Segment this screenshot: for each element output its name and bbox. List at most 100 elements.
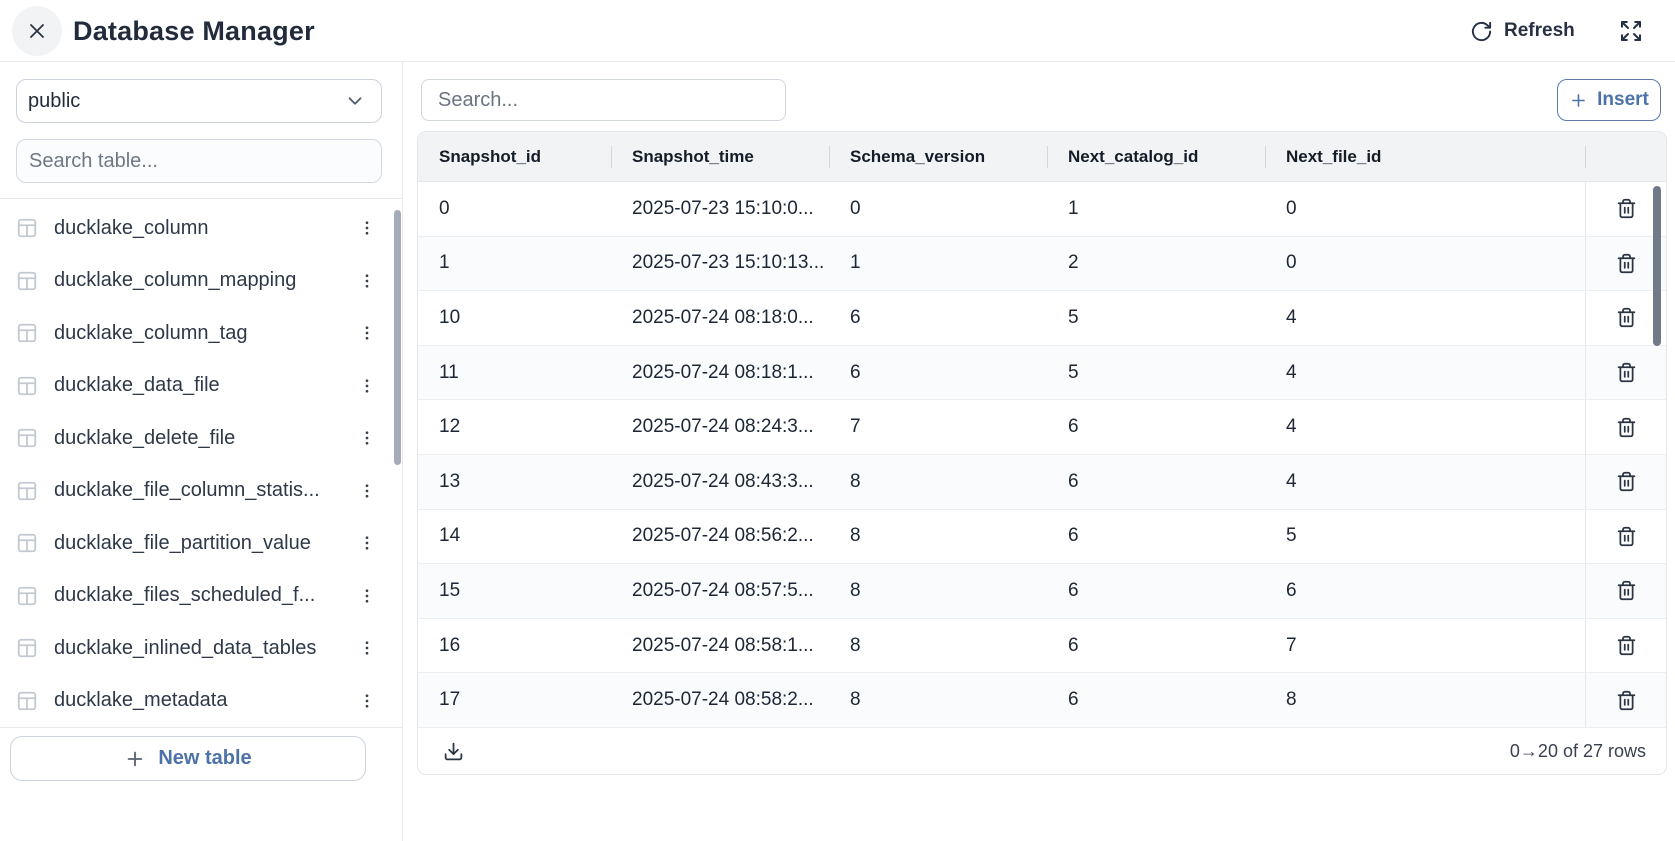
- close-button[interactable]: [12, 6, 62, 56]
- sidebar-table-item[interactable]: ducklake_data_file: [0, 360, 392, 413]
- table-row: 16 2025-07-24 08:58:1... 8 6 7: [418, 619, 1666, 674]
- sidebar-table-item[interactable]: ducklake_inlined_data_tables: [0, 622, 392, 675]
- download-button[interactable]: [440, 738, 467, 765]
- cell-snapshot-time: 2025-07-24 08:43:3...: [611, 455, 829, 509]
- column-header-schema-version[interactable]: Schema_version: [829, 132, 1047, 181]
- table-row: 1 2025-07-23 15:10:13... 1 2 0: [418, 237, 1666, 292]
- schema-selector[interactable]: public: [16, 79, 382, 123]
- sidebar-table-item[interactable]: ducklake_metadata: [0, 675, 392, 728]
- kebab-menu-icon: [358, 639, 376, 657]
- sidebar-table-name: ducklake_file_column_statis...: [54, 479, 352, 502]
- kebab-menu-icon: [358, 482, 376, 500]
- table-row: 0 2025-07-23 15:10:0... 0 1 0: [418, 182, 1666, 237]
- table-options-button[interactable]: [352, 320, 382, 346]
- trash-icon: [1616, 635, 1637, 656]
- cell-snapshot-time: 2025-07-24 08:58:2...: [611, 673, 829, 727]
- sidebar-table-name: ducklake_inlined_data_tables: [54, 637, 352, 660]
- column-header-snapshot-time[interactable]: Snapshot_time: [611, 132, 829, 181]
- topbar: Database Manager Refresh: [0, 0, 1675, 62]
- cell-actions: [1585, 346, 1666, 400]
- delete-row-button[interactable]: [1611, 466, 1642, 497]
- search-input[interactable]: [421, 79, 786, 121]
- table-icon: [16, 375, 38, 397]
- cell-next-file-id: 8: [1265, 673, 1585, 727]
- cell-schema-version: 6: [829, 291, 1047, 345]
- sidebar-table-item[interactable]: ducklake_column: [0, 202, 392, 255]
- table-icon: [16, 427, 38, 449]
- cell-actions: [1585, 510, 1666, 564]
- sidebar-table-item[interactable]: ducklake_column_tag: [0, 307, 392, 360]
- plus-icon: [124, 748, 146, 770]
- sidebar-divider: [0, 198, 403, 199]
- cell-schema-version: 1: [829, 237, 1047, 291]
- cell-next-file-id: 4: [1265, 400, 1585, 454]
- cell-snapshot-id: 11: [418, 346, 611, 400]
- table-search-input[interactable]: [16, 139, 382, 183]
- plus-icon: [1569, 91, 1588, 110]
- delete-row-button[interactable]: [1611, 575, 1642, 606]
- sidebar-table-item[interactable]: ducklake_file_column_statis...: [0, 465, 392, 518]
- table-options-button[interactable]: [352, 268, 382, 294]
- cell-next-catalog-id: 6: [1047, 400, 1265, 454]
- table-options-button[interactable]: [352, 635, 382, 661]
- sidebar-table-item[interactable]: ducklake_delete_file: [0, 412, 392, 465]
- kebab-menu-icon: [358, 272, 376, 290]
- sidebar-table-name: ducklake_metadata: [54, 689, 352, 712]
- sidebar-table-item[interactable]: ducklake_file_partition_value: [0, 517, 392, 570]
- delete-row-button[interactable]: [1611, 357, 1642, 388]
- cell-snapshot-time: 2025-07-24 08:24:3...: [611, 400, 829, 454]
- sidebar-table-name: ducklake_column_mapping: [54, 269, 352, 292]
- kebab-menu-icon: [358, 534, 376, 552]
- column-header-next-catalog-id[interactable]: Next_catalog_id: [1047, 132, 1265, 181]
- table-options-button[interactable]: [352, 688, 382, 714]
- table-scrollbar[interactable]: [1653, 186, 1661, 346]
- table-icon: [16, 322, 38, 344]
- delete-row-button[interactable]: [1611, 412, 1642, 443]
- table-options-button[interactable]: [352, 425, 382, 451]
- table-options-button[interactable]: [352, 530, 382, 556]
- delete-row-button[interactable]: [1611, 521, 1642, 552]
- cell-next-file-id: 0: [1265, 237, 1585, 291]
- table-row: 11 2025-07-24 08:18:1... 6 5 4: [418, 346, 1666, 401]
- fullscreen-button[interactable]: [1612, 12, 1650, 50]
- delete-row-button[interactable]: [1611, 302, 1642, 333]
- table-list: ducklake_column ducklake_column_mapping …: [0, 202, 392, 728]
- insert-button[interactable]: Insert: [1557, 79, 1661, 121]
- sidebar-table-item[interactable]: ducklake_column_mapping: [0, 255, 392, 308]
- cell-schema-version: 8: [829, 619, 1047, 673]
- trash-icon: [1616, 526, 1637, 547]
- new-table-button[interactable]: New table: [10, 736, 366, 781]
- sidebar-table-item[interactable]: ducklake_files_scheduled_f...: [0, 570, 392, 623]
- delete-row-button[interactable]: [1611, 685, 1642, 716]
- cell-next-file-id: 4: [1265, 455, 1585, 509]
- cell-snapshot-id: 14: [418, 510, 611, 564]
- sidebar: public ducklake_column ducklake_column_m…: [0, 62, 403, 841]
- delete-row-button[interactable]: [1611, 248, 1642, 279]
- table-options-button[interactable]: [352, 583, 382, 609]
- close-icon: [25, 19, 49, 43]
- kebab-menu-icon: [358, 587, 376, 605]
- sidebar-scrollbar[interactable]: [394, 210, 401, 465]
- table-body: 0 2025-07-23 15:10:0... 0 1 0 1 2025-07-…: [418, 182, 1666, 728]
- cell-next-file-id: 4: [1265, 346, 1585, 400]
- trash-icon: [1616, 417, 1637, 438]
- kebab-menu-icon: [358, 219, 376, 237]
- pagination-status: 0→20 of 27 rows: [1510, 741, 1646, 762]
- sidebar-divider: [0, 727, 403, 728]
- table-options-button[interactable]: [352, 478, 382, 504]
- table-icon: [16, 270, 38, 292]
- refresh-button[interactable]: Refresh: [1470, 8, 1575, 54]
- insert-label: Insert: [1597, 89, 1649, 111]
- column-header-snapshot-id[interactable]: Snapshot_id: [418, 132, 611, 181]
- chevron-down-icon: [344, 90, 366, 112]
- delete-row-button[interactable]: [1611, 193, 1642, 224]
- table-options-button[interactable]: [352, 373, 382, 399]
- cell-snapshot-id: 15: [418, 564, 611, 618]
- fullscreen-icon: [1619, 19, 1643, 43]
- delete-row-button[interactable]: [1611, 630, 1642, 661]
- cell-next-file-id: 7: [1265, 619, 1585, 673]
- table-options-button[interactable]: [352, 215, 382, 241]
- column-header-next-file-id[interactable]: Next_file_id: [1265, 132, 1585, 181]
- trash-icon: [1616, 307, 1637, 328]
- sidebar-table-name: ducklake_column_tag: [54, 322, 352, 345]
